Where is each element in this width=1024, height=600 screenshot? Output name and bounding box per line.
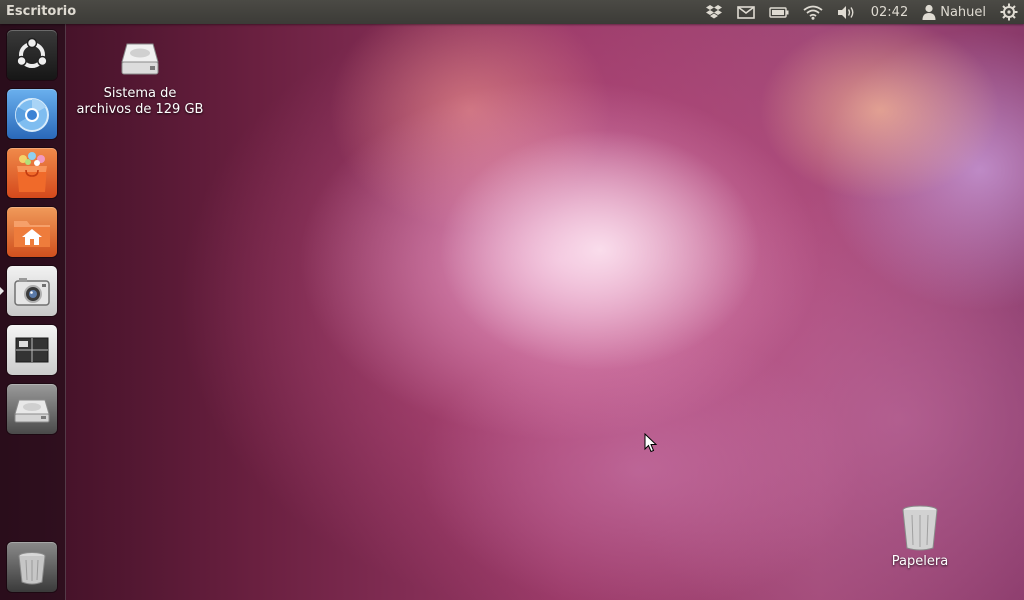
desktop-filesystem-label-line1: Sistema de [103, 86, 177, 101]
mouse-cursor-icon [644, 433, 658, 453]
battery-icon[interactable] [769, 0, 789, 24]
launcher-software-center[interactable] [7, 148, 57, 198]
user-name: Nahuel [940, 4, 986, 20]
top-panel: Escritorio 02:42 Nahuel [0, 0, 1024, 24]
panel-window-title: Escritorio [6, 4, 77, 19]
launcher-chromium[interactable] [7, 89, 57, 139]
dropbox-icon[interactable] [705, 0, 723, 24]
wifi-icon[interactable] [803, 0, 823, 24]
indicator-area: 02:42 Nahuel [691, 0, 1018, 24]
session-gear-icon[interactable] [1000, 0, 1018, 24]
workspace-switcher-icon [15, 337, 49, 363]
launcher-workspaces[interactable] [7, 325, 57, 375]
mail-icon[interactable] [736, 0, 755, 24]
launcher-filesystem[interactable] [7, 384, 57, 434]
clock[interactable]: 02:42 [871, 0, 908, 24]
trash-icon [18, 552, 46, 585]
chromium-icon [15, 98, 49, 132]
launcher-home-folder[interactable] [7, 207, 57, 257]
launcher-trash[interactable] [7, 542, 57, 592]
ubuntu-logo-icon [16, 37, 48, 68]
home-folder-icon [14, 221, 50, 247]
volume-icon[interactable] [837, 0, 857, 24]
launcher [0, 24, 66, 600]
running-indicator [0, 287, 4, 295]
desktop-filesystem-label-line2: archivos de 129 GB [76, 102, 204, 117]
desktop-trash-label: Papelera [891, 554, 949, 569]
user-menu[interactable]: Nahuel [922, 0, 986, 24]
camera-icon [14, 278, 50, 306]
trash-icon [902, 505, 938, 551]
desktop-filesystem-icon[interactable]: Sistema de archivos de 129 GB [70, 38, 210, 118]
hard-drive-icon [14, 399, 50, 423]
launcher-dash-home[interactable] [7, 30, 57, 80]
hard-drive-icon [121, 43, 159, 75]
shopping-bag-icon [17, 152, 47, 192]
launcher-shotwell[interactable] [7, 266, 57, 316]
user-icon [922, 4, 936, 20]
desktop-trash-icon[interactable]: Papelera [880, 504, 960, 570]
